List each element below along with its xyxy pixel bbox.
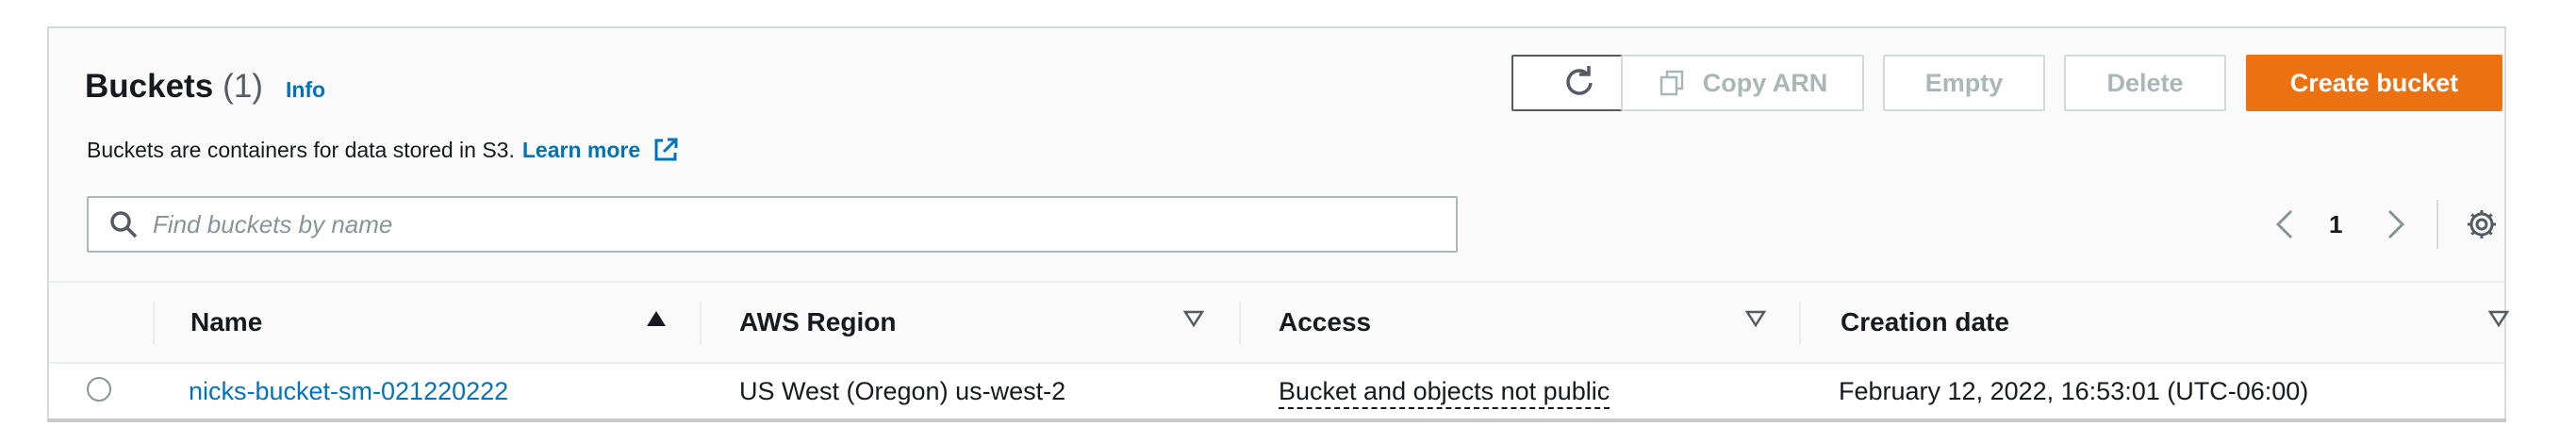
panel-header: Buckets (1) Info [85, 68, 325, 106]
column-separator [700, 302, 702, 345]
column-header-creation-date[interactable]: Creation date [1841, 307, 2009, 337]
column-header-region[interactable]: AWS Region [739, 307, 896, 337]
row-select-radio[interactable] [87, 377, 111, 402]
description-text: Buckets are containers for data stored i… [87, 137, 515, 162]
bucket-access: Bucket and objects not public [1279, 377, 1610, 409]
gear-icon [2468, 210, 2496, 238]
delete-button[interactable]: Delete [2064, 55, 2226, 111]
empty-button[interactable]: Empty [1883, 55, 2045, 111]
bucket-creation-date: February 12, 2022, 16:53:01 (UTC-06:00) [1839, 377, 2309, 405]
panel-description: Buckets are containers for data stored i… [87, 136, 680, 164]
column-header-access[interactable]: Access [1279, 307, 1371, 337]
copy-icon [1660, 70, 1683, 96]
sort-toggle-icon[interactable] [1182, 309, 1205, 328]
learn-more-link[interactable]: Learn more [522, 138, 640, 163]
prev-page-button[interactable] [2272, 205, 2297, 243]
page-number[interactable]: 1 [2329, 205, 2342, 243]
access-status[interactable]: Bucket and objects not public [1279, 377, 1610, 409]
refresh-icon [1566, 66, 1593, 95]
bucket-count: (1) [223, 68, 263, 105]
table-row[interactable]: nicks-bucket-sm-021220222 US West (Orego… [49, 364, 2504, 418]
info-link[interactable]: Info [286, 77, 325, 103]
column-separator [153, 302, 155, 345]
page-title: Buckets [85, 68, 214, 105]
sort-ascending-icon[interactable] [645, 309, 668, 328]
pager-divider [2436, 200, 2438, 249]
column-header-name[interactable]: Name [190, 307, 262, 337]
search-input[interactable] [151, 208, 1428, 240]
column-separator [1239, 302, 1241, 345]
panel-shadow [47, 418, 2506, 422]
bucket-region: US West (Oregon) us-west-2 [739, 377, 1066, 405]
table-header: Name AWS Region Access Creation date [49, 281, 2510, 364]
chevron-right-icon [2387, 209, 2405, 239]
sort-toggle-icon[interactable] [2487, 309, 2510, 328]
copy-arn-button[interactable]: Copy ARN [1621, 55, 1864, 111]
column-separator [1799, 302, 1801, 345]
table-settings-button[interactable] [2465, 205, 2499, 243]
external-link-icon[interactable] [652, 136, 680, 164]
search-box[interactable] [87, 196, 1458, 253]
search-icon [110, 211, 138, 238]
create-bucket-button[interactable]: Create bucket [2246, 55, 2502, 111]
next-page-button[interactable] [2384, 205, 2408, 243]
sort-toggle-icon[interactable] [1744, 309, 1767, 328]
copy-arn-label: Copy ARN [1702, 68, 1828, 97]
bucket-name-link[interactable]: nicks-bucket-sm-021220222 [189, 377, 508, 406]
chevron-left-icon [2275, 209, 2293, 239]
